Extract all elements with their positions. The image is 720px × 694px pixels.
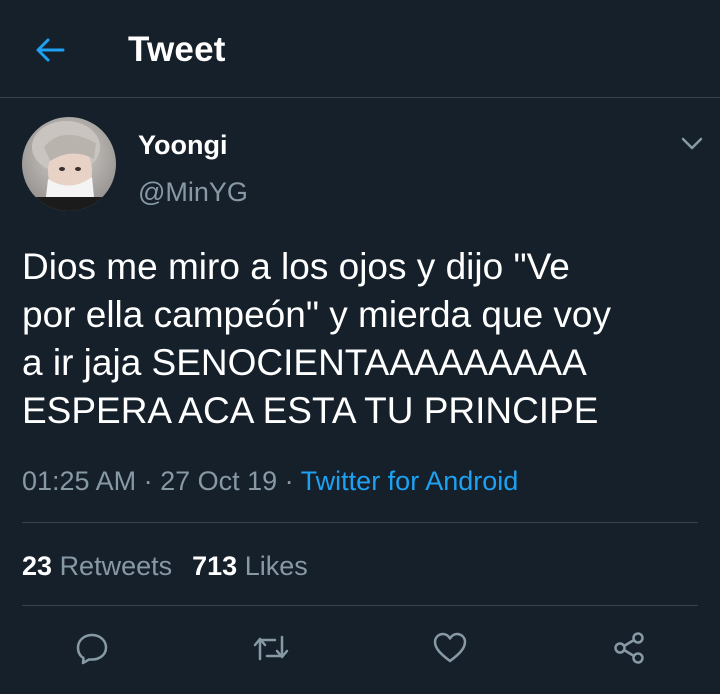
divider: [22, 522, 698, 523]
retweet-button[interactable]: [251, 628, 291, 668]
chevron-down-icon: [681, 137, 703, 150]
avatar[interactable]: [22, 117, 116, 211]
share-button[interactable]: [609, 628, 649, 668]
tweet-text: Dios me miro a los ojos y dijo "Ve por e…: [22, 246, 612, 431]
tweet-source-link[interactable]: Twitter for Android: [301, 466, 519, 496]
share-icon: [614, 632, 644, 664]
like-icon: [433, 632, 467, 663]
retweets-label: Retweets: [59, 551, 173, 581]
tweet-menu-button[interactable]: [676, 130, 708, 158]
back-button[interactable]: [22, 24, 78, 76]
retweets-stat[interactable]: 23 Retweets: [22, 551, 172, 581]
meta-separator: ·: [277, 466, 301, 496]
reply-button[interactable]: [72, 628, 112, 668]
meta-separator: ·: [136, 466, 161, 496]
arrow-left-icon: [36, 38, 65, 62]
reply-icon: [76, 633, 108, 665]
divider: [22, 605, 698, 606]
tweet-time: 01:25 AM: [22, 466, 137, 496]
tweet-stats: 23 Retweets 713 Likes: [22, 549, 308, 583]
likes-count: 713: [192, 551, 238, 581]
author-display-name[interactable]: Yoongi: [138, 128, 227, 162]
tweet-detail-screen: Tweet Yoongi @MinYG Dios me miro a los o…: [0, 0, 720, 694]
top-bar: Tweet: [0, 0, 720, 98]
author-handle[interactable]: @MinYG: [138, 175, 248, 209]
likes-label: Likes: [244, 551, 308, 581]
page-title: Tweet: [128, 30, 226, 69]
tweet-date: 27 Oct 19: [160, 466, 278, 496]
likes-stat[interactable]: 713 Likes: [192, 551, 308, 581]
retweets-count: 23: [22, 551, 53, 581]
retweet-icon: [253, 635, 289, 661]
tweet-meta: 01:25 AM · 27 Oct 19 · Twitter for Andro…: [22, 464, 518, 498]
avatar-image: [22, 117, 116, 211]
like-button[interactable]: [430, 628, 470, 668]
